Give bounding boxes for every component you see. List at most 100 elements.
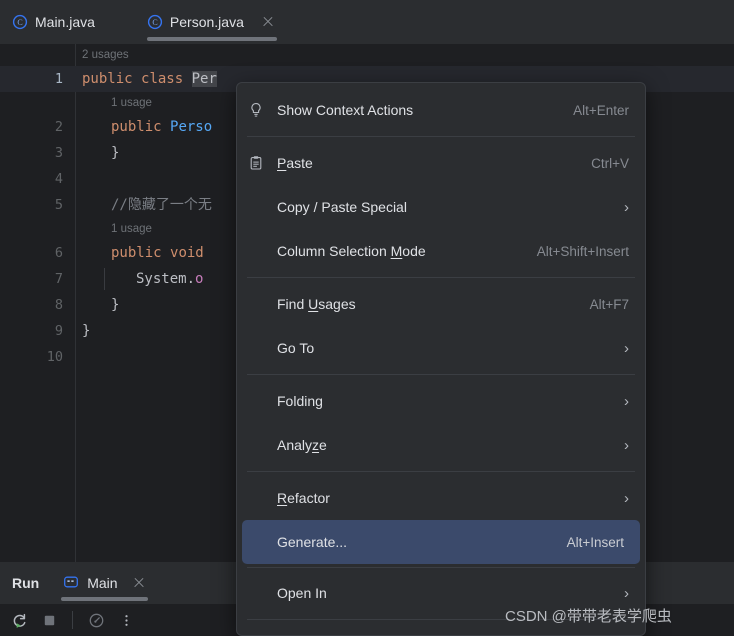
line-number: 1: [54, 71, 63, 87]
svg-text:C: C: [152, 18, 157, 27]
chevron-right-icon: ›: [624, 339, 629, 357]
menu-item-generate[interactable]: Generate... Alt+Insert: [242, 520, 640, 564]
menu-item-copy-paste-special[interactable]: Copy / Paste Special ›: [237, 185, 645, 229]
mnemonic-letter: P: [277, 155, 287, 171]
line-number: 4: [54, 171, 63, 187]
menu-separator: [247, 136, 635, 137]
gutter-line-5: 5: [0, 192, 75, 218]
editor-tab-person-java[interactable]: C Person.java: [134, 0, 289, 44]
menu-item-refactor[interactable]: Refactor ›: [237, 476, 645, 520]
mnemonic-letter: U: [308, 296, 319, 312]
gutter-line-1: 1: [0, 66, 75, 92]
gutter-line-9: 9: [0, 318, 75, 344]
gutter-line-6: 6: [0, 240, 75, 266]
ide-window: C Main.java C Person.java 1 2 3 4 5 6 7 …: [0, 0, 734, 636]
close-brace: }: [111, 297, 120, 313]
usage-hint-label: 2 usages: [82, 49, 129, 61]
menu-separator: [247, 567, 635, 568]
keyword-class: class: [141, 71, 184, 87]
java-class-icon: C: [147, 14, 163, 30]
run-config-icon: [63, 574, 79, 593]
editor-tab-label: Person.java: [169, 14, 244, 30]
gutter-spacer: [0, 218, 75, 240]
gutter-line-10: 10: [0, 344, 75, 370]
editor-tab-bar: C Main.java C Person.java: [0, 0, 734, 44]
menu-item-label: Column Selection Mode: [277, 243, 426, 259]
menu-separator: [247, 374, 635, 375]
gutter-line-4: 4: [0, 166, 75, 192]
menu-item-shortcut: Alt+Shift+Insert: [536, 243, 629, 259]
chevron-right-icon: ›: [624, 489, 629, 507]
menu-item-label: Folding: [277, 393, 323, 409]
profiler-icon[interactable]: [83, 607, 109, 633]
editor-tab-main-java[interactable]: C Main.java: [0, 0, 109, 44]
menu-item-find-usages[interactable]: Find Usages Alt+F7: [237, 282, 645, 326]
stop-icon[interactable]: [36, 607, 62, 633]
line-number: 8: [54, 297, 63, 313]
active-tab-underline: [146, 37, 277, 41]
menu-item-open-in[interactable]: Open In ›: [237, 571, 645, 615]
menu-item-label: Open In: [277, 585, 327, 601]
editor-gutter[interactable]: 1 2 3 4 5 6 7 8 9 10: [0, 44, 76, 562]
rerun-icon[interactable]: [6, 607, 32, 633]
menu-item-label: Copy / Paste Special: [277, 199, 407, 215]
menu-item-analyze[interactable]: Analyze ›: [237, 423, 645, 467]
keyword-public: public: [82, 71, 133, 87]
menu-item-label-rest: aste: [286, 155, 313, 171]
usage-hint-label: 1 usage: [111, 223, 152, 235]
line-number: 2: [54, 119, 63, 135]
editor-tab-label: Main.java: [35, 14, 95, 30]
menu-item-label: Generate...: [277, 534, 348, 550]
comment-text: //隐藏了一个无: [111, 197, 212, 213]
close-brace: }: [82, 323, 91, 339]
gutter-spacer: [0, 92, 75, 114]
mnemonic-letter: M: [390, 243, 403, 259]
chevron-right-icon: ›: [624, 198, 629, 216]
menu-item-shortcut: Alt+Enter: [573, 102, 629, 118]
keyword-public: public: [111, 119, 162, 135]
menu-separator: [247, 471, 635, 472]
inlay-hint-class-usages[interactable]: 2 usages: [77, 44, 734, 66]
chevron-right-icon: ›: [624, 584, 629, 602]
menu-item-shortcut: Ctrl+V: [591, 155, 629, 171]
usage-hint-label: 1 usage: [111, 97, 152, 109]
menu-item-label: Show Context Actions: [277, 102, 414, 118]
menu-item-go-to[interactable]: Go To ›: [237, 326, 645, 370]
menu-item-shortcut: Alt+Insert: [566, 534, 624, 550]
menu-item-label: Go To: [277, 340, 315, 356]
menu-separator: [247, 277, 635, 278]
menu-item-label: Refactor: [277, 490, 330, 506]
menu-item-local-history[interactable]: Local History ›: [237, 624, 645, 635]
run-tab-main[interactable]: Main: [55, 562, 153, 604]
indent-guide: [104, 268, 105, 290]
out-field: o: [195, 271, 204, 287]
active-tab-underline: [61, 597, 148, 601]
close-brace: }: [111, 145, 120, 161]
line-number: 6: [54, 245, 63, 261]
menu-item-column-selection-mode[interactable]: Column Selection Mode Alt+Shift+Insert: [237, 229, 645, 273]
more-options-icon[interactable]: [113, 607, 139, 633]
menu-item-shortcut: Alt+F7: [589, 296, 629, 312]
gutter-line-7: 7: [0, 266, 75, 292]
line-number: 7: [54, 271, 63, 287]
close-icon[interactable]: [132, 576, 146, 590]
editor-context-menu[interactable]: Show Context Actions Alt+Enter Paste Ctr…: [236, 82, 646, 636]
close-icon[interactable]: [261, 15, 275, 29]
mnemonic-letter: R: [277, 490, 288, 506]
chevron-right-icon: ›: [624, 436, 629, 454]
menu-item-folding[interactable]: Folding ›: [237, 379, 645, 423]
constructor-name: Perso: [170, 119, 213, 135]
line-number: 10: [46, 349, 63, 365]
svg-text:C: C: [17, 18, 22, 27]
menu-item-show-context-actions[interactable]: Show Context Actions Alt+Enter: [237, 88, 645, 132]
menu-separator: [247, 619, 635, 620]
gutter-spacer: [0, 44, 75, 66]
run-tab-label: Main: [87, 575, 118, 591]
menu-item-paste[interactable]: Paste Ctrl+V: [237, 141, 645, 185]
chevron-right-icon: ›: [624, 392, 629, 410]
line-number: 5: [54, 197, 63, 213]
gutter-line-3: 3: [0, 140, 75, 166]
gutter-line-8: 8: [0, 292, 75, 318]
menu-item-label: Paste: [277, 155, 577, 171]
run-panel-title: Run: [12, 575, 40, 591]
